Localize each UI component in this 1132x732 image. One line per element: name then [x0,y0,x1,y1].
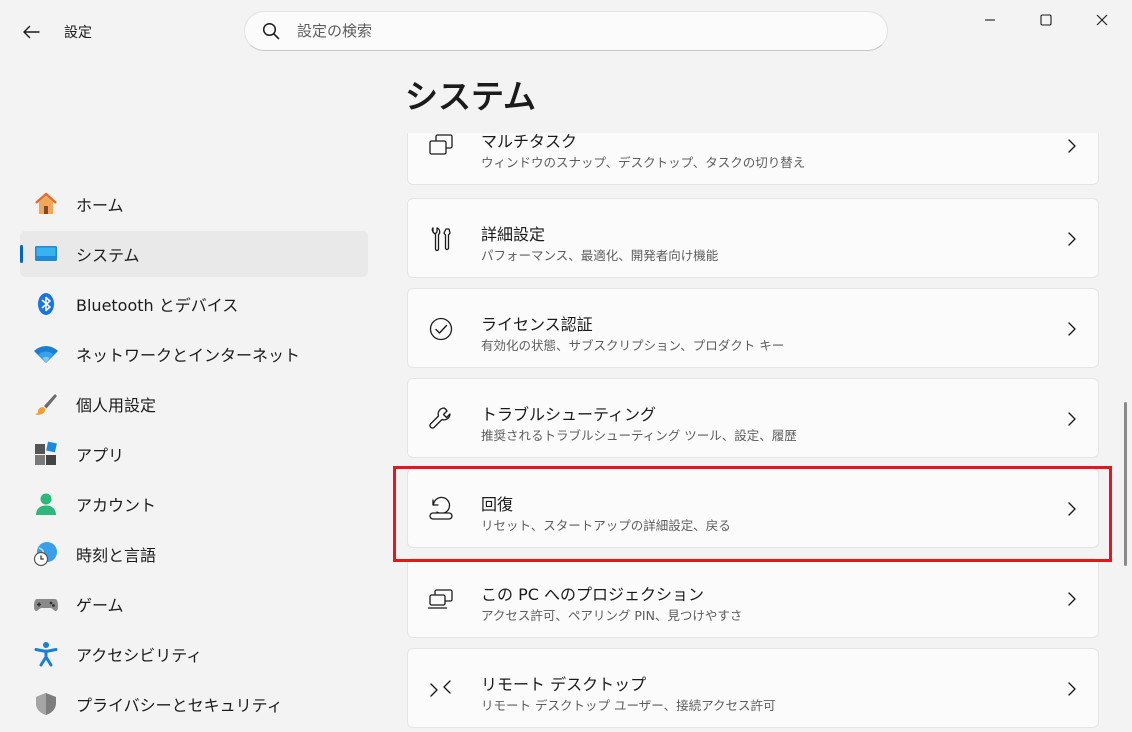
maximize-button[interactable] [1018,0,1074,40]
system-icon [32,240,60,268]
sidebar-item-label: プライバシーとセキュリティ [76,696,283,715]
projection-icon [427,585,455,613]
sidebar-item-time-language[interactable]: 時刻と言語 [20,531,368,577]
settings-list: マルチタスク ウィンドウのスナップ、デスクトップ、タスクの切り替え 詳細設定 パ… [400,133,1112,732]
card-title: この PC へのプロジェクション [481,585,704,604]
account-icon [32,490,60,518]
minimize-icon [985,19,995,21]
recovery-icon [427,495,455,523]
sidebar-item-label: Bluetooth とデバイス [76,296,239,315]
check-circle-icon [427,315,455,343]
multitasking-icon [427,133,455,160]
scrollbar-thumb[interactable] [1124,402,1127,566]
sidebar-item-system[interactable]: システム [20,231,368,277]
close-icon [1096,14,1108,26]
card-recovery[interactable]: 回復 リセット、スタートアップの詳細設定、戻る [407,468,1099,548]
sidebar-item-label: ホーム [76,196,124,215]
minimize-button[interactable] [962,0,1018,40]
close-button[interactable] [1074,0,1130,40]
sidebar-item-gaming[interactable]: ゲーム [20,581,368,627]
sidebar-item-label: 時刻と言語 [76,546,157,565]
sidebar-item-label: 個人用設定 [76,396,157,415]
sidebar-item-label: ネットワークとインターネット [76,346,301,365]
sidebar-item-accounts[interactable]: アカウント [20,481,368,527]
gamepad-icon [32,590,60,618]
page-title: システム [405,77,537,116]
card-description: ウィンドウのスナップ、デスクトップ、タスクの切り替え [481,155,806,170]
chevron-right-icon [1062,589,1082,609]
card-description: リモート デスクトップ ユーザー、接続アクセス許可 [481,698,776,713]
maximize-icon [1040,14,1052,26]
card-multitasking[interactable]: マルチタスク ウィンドウのスナップ、デスクトップ、タスクの切り替え [407,133,1099,185]
sidebar-item-label: アプリ [76,446,125,465]
chevron-right-icon [1062,136,1082,156]
card-title: 回復 [481,495,514,514]
card-description: パフォーマンス、最適化、開発者向け機能 [481,248,719,263]
card-title: リモート デスクトップ [481,675,647,694]
card-description: 有効化の状態、サブスクリプション、プロダクト キー [481,338,785,353]
card-title: 詳細設定 [481,225,546,244]
card-description: 推奨されるトラブルシューティング ツール、設定、履歴 [481,428,797,443]
apps-icon [32,440,60,468]
settings-window: 設定 ホーム [0,0,1132,732]
wrench-icon [427,405,455,433]
card-title: ライセンス認証 [481,315,593,334]
card-troubleshoot[interactable]: トラブルシューティング 推奨されるトラブルシューティング ツール、設定、履歴 [407,378,1099,458]
home-icon [32,190,60,218]
remote-desktop-icon [427,675,455,703]
card-activation[interactable]: ライセンス認証 有効化の状態、サブスクリプション、プロダクト キー [407,288,1099,368]
chevron-right-icon [1062,229,1082,249]
brush-icon [32,390,60,418]
card-description: アクセス許可、ペアリング PIN、見つけやすさ [481,608,743,623]
sidebar-item-bluetooth[interactable]: Bluetooth とデバイス [20,281,368,327]
wifi-icon [32,340,60,368]
sidebar-item-label: システム [76,246,140,265]
chevron-right-icon [1062,499,1082,519]
sidebar-item-apps[interactable]: アプリ [20,431,368,477]
card-projection[interactable]: この PC へのプロジェクション アクセス許可、ペアリング PIN、見つけやすさ [407,558,1099,638]
chevron-right-icon [1062,319,1082,339]
shield-icon [32,690,60,718]
sidebar-item-label: アクセシビリティ [76,646,203,665]
sidebar: ホーム システム Bluetooth とデバイス ネットワークとインターネット … [0,0,390,732]
card-description: リセット、スタートアップの詳細設定、戻る [481,518,731,533]
sidebar-item-personalization[interactable]: 個人用設定 [20,381,368,427]
bluetooth-icon [32,290,60,318]
chevron-right-icon [1062,679,1082,699]
sidebar-item-label: ゲーム [76,596,124,615]
card-advanced-settings[interactable]: 詳細設定 パフォーマンス、最適化、開発者向け機能 [407,198,1099,278]
time-language-icon [32,540,60,568]
card-title: トラブルシューティング [481,405,657,424]
accessibility-icon [32,640,60,668]
sidebar-item-network[interactable]: ネットワークとインターネット [20,331,368,377]
card-title: マルチタスク [481,133,578,151]
chevron-right-icon [1062,409,1082,429]
sidebar-item-privacy[interactable]: プライバシーとセキュリティ [20,681,368,727]
sidebar-item-home[interactable]: ホーム [20,181,368,227]
card-remote-desktop[interactable]: リモート デスクトップ リモート デスクトップ ユーザー、接続アクセス許可 [407,648,1099,728]
sidebar-item-label: アカウント [76,496,157,515]
sidebar-item-accessibility[interactable]: アクセシビリティ [20,631,368,677]
tools-icon [427,225,455,253]
